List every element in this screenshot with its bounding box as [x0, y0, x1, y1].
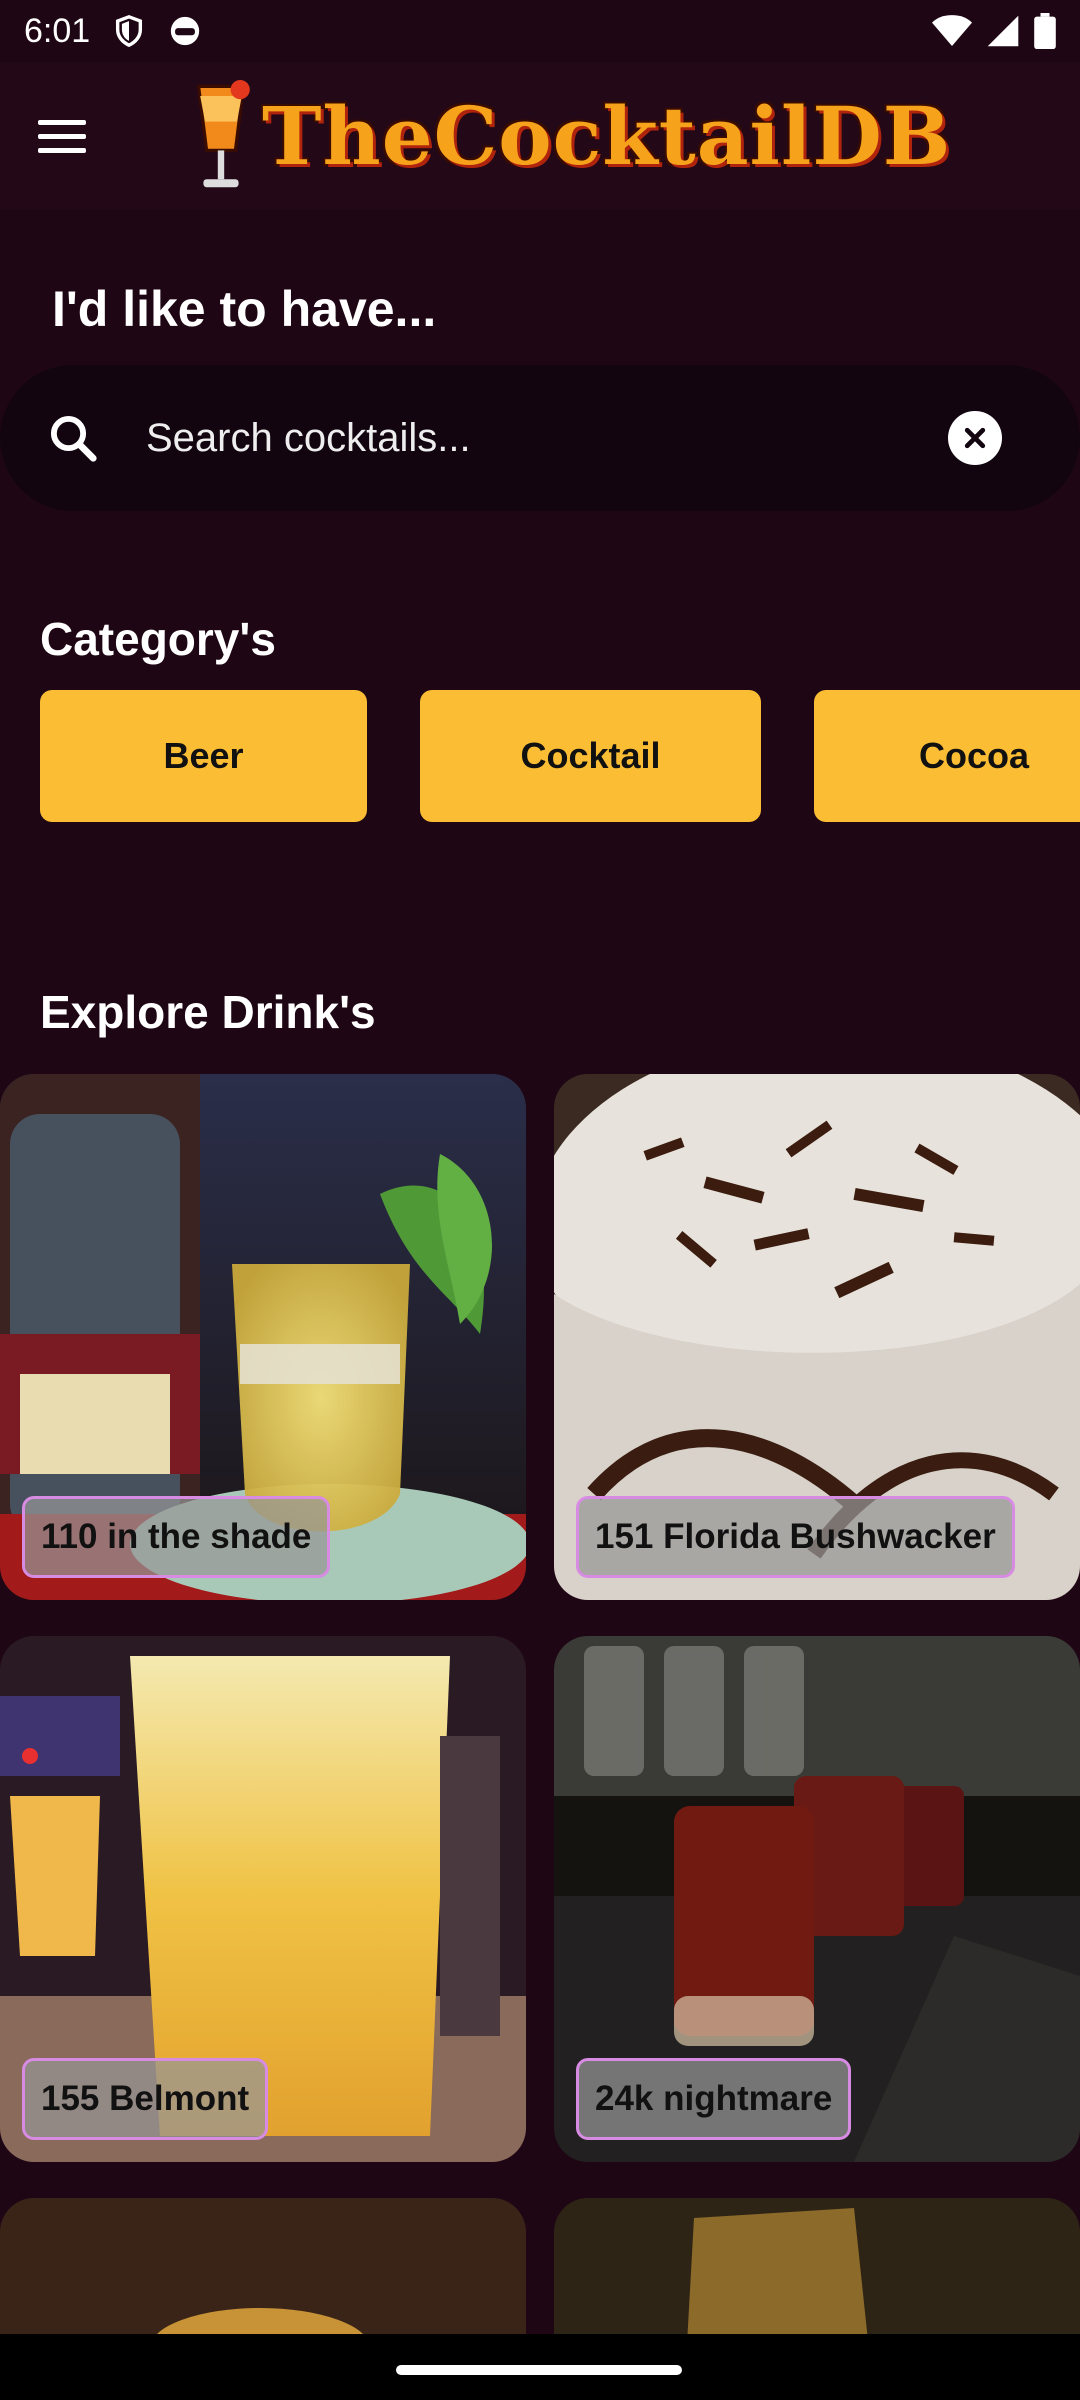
hamburger-icon	[38, 119, 86, 125]
app-logo-text: TheCocktailDB	[262, 89, 952, 183]
app-screen: 6:01 TheCocktailDB I'd like to have... S…	[0, 0, 1080, 2400]
close-icon	[964, 427, 986, 449]
drink-name-label: 110 in the shade	[22, 1496, 331, 1578]
drink-card[interactable]: 151 Florida Bushwacker	[554, 1074, 1080, 1600]
cocktail-glass-icon	[196, 80, 250, 188]
category-chip-beer[interactable]: Beer	[40, 690, 367, 822]
search-input[interactable]	[146, 405, 906, 471]
category-chip-label: Cocktail	[520, 735, 661, 776]
drink-name-label: 151 Florida Bushwacker	[576, 1496, 1015, 1578]
shield-icon	[116, 15, 143, 48]
battery-icon	[1034, 13, 1056, 49]
wifi-icon	[932, 15, 972, 46]
explore-title: Explore Drink's	[40, 986, 376, 1038]
status-bar: 6:01	[0, 0, 1080, 62]
category-chip-cocktail[interactable]: Cocktail	[420, 690, 761, 822]
drink-card[interactable]: 155 Belmont	[0, 1636, 526, 2162]
home-gesture-bar[interactable]	[396, 2365, 682, 2375]
mask-icon	[171, 16, 200, 46]
category-chip-label: Beer	[163, 735, 244, 776]
drink-name-label: 155 Belmont	[22, 2058, 269, 2140]
search-bar	[0, 365, 1080, 511]
category-chip-label: Cocoa	[918, 735, 1030, 776]
drink-card[interactable]: 24k nightmare	[554, 1636, 1080, 2162]
page-heading: I'd like to have...	[52, 281, 437, 337]
categories-title: Category's	[40, 613, 276, 665]
signal-icon	[987, 15, 1019, 47]
category-chip-cocoa[interactable]: Cocoa	[814, 690, 1080, 822]
drink-name-label: 24k nightmare	[576, 2058, 852, 2140]
clear-search-button[interactable]	[948, 411, 1002, 465]
app-bar: TheCocktailDB	[0, 62, 1080, 210]
drink-card[interactable]: 110 in the shade	[0, 1074, 526, 1600]
app-logo: TheCocktailDB	[188, 62, 951, 210]
search-icon	[50, 415, 97, 462]
menu-button[interactable]	[38, 108, 110, 164]
status-time: 6:01	[24, 11, 91, 50]
